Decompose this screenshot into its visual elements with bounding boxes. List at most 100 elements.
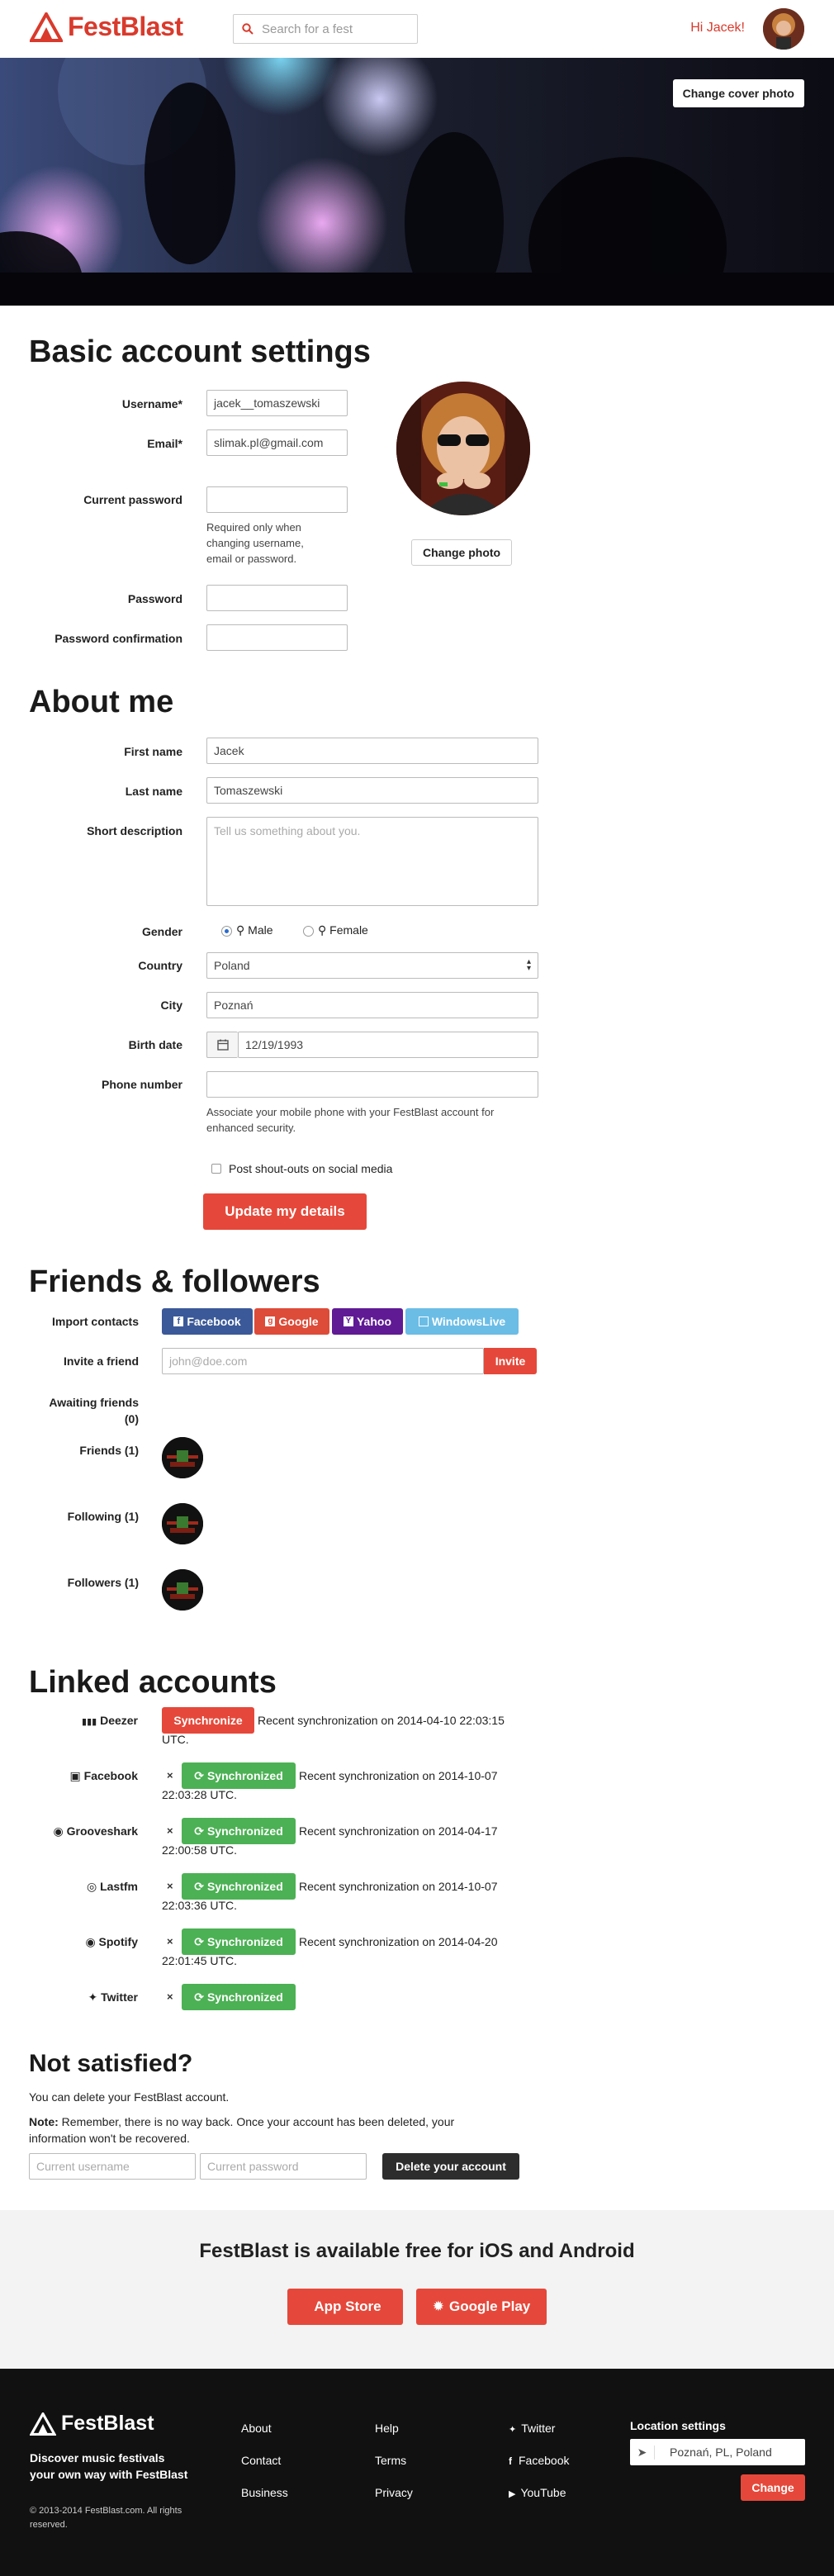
avatar[interactable]	[763, 8, 804, 50]
logo-text: FestBlast	[68, 12, 183, 41]
footer-link-youtube[interactable]: ▶ YouTube	[509, 2486, 566, 2499]
about-me-title: About me	[29, 685, 174, 719]
footer-logo[interactable]: FestBlast	[30, 2412, 154, 2436]
import-contacts-label: Import contacts	[51, 1315, 139, 1328]
import-google-label: Google	[278, 1315, 319, 1328]
friends-count-label: Friends (1)	[79, 1444, 139, 1457]
invite-friend-label: Invite a friend	[63, 1354, 139, 1368]
short-description-placeholder: Tell us something about you.	[214, 824, 361, 837]
deezer-label: ▮▮▮ Deezer	[17, 1714, 138, 1727]
note-text-2: information won't be recovered.	[29, 2132, 190, 2145]
delete-account-button[interactable]: Delete your account	[382, 2153, 519, 2180]
footer-link-contact[interactable]: Contact	[241, 2454, 281, 2467]
service-name: Lastfm	[100, 1880, 138, 1893]
refresh-icon: ⟳	[194, 1990, 204, 2004]
first-name-label: First name	[124, 745, 182, 758]
grooveshark-sync-text-2: 22:00:58 UTC.	[162, 1843, 238, 1857]
update-details-button[interactable]: Update my details	[203, 1193, 367, 1230]
facebook-unlink-icon[interactable]: ×	[167, 1769, 173, 1781]
basic-settings-title: Basic account settings	[29, 334, 371, 369]
import-google-button[interactable]: g Google	[254, 1308, 329, 1335]
calendar-icon[interactable]	[206, 1032, 238, 1058]
lastfm-unlink-icon[interactable]: ×	[167, 1880, 173, 1892]
spotify-label: ◉ Spotify	[17, 1935, 138, 1949]
follower-avatar[interactable]	[162, 1569, 203, 1611]
location-settings-title: Location settings	[630, 2419, 726, 2432]
gender-label: Gender	[141, 925, 182, 938]
service-name: Spotify	[98, 1935, 138, 1948]
current-password-help: Required only when changing username, em…	[206, 519, 304, 567]
password-label: Password	[127, 592, 182, 605]
google-play-button[interactable]: ✹ Google Play	[416, 2289, 547, 2325]
twitter-synchronized-button[interactable]: ⟳ Synchronized	[182, 1984, 296, 2010]
footer-link-about[interactable]: About	[241, 2422, 272, 2435]
import-facebook-button[interactable]: f Facebook	[162, 1308, 253, 1335]
shoutouts-label: Post shout-outs on social media	[229, 1162, 393, 1175]
awaiting-count: (0)	[124, 1412, 139, 1426]
email-field[interactable]: slimak.pl@gmail.com	[206, 429, 348, 456]
note-text: Remember, there is no way back. Once you…	[61, 2115, 455, 2128]
delete-password-field[interactable]: Current password	[200, 2153, 367, 2180]
location-field[interactable]: ➤ Poznań, PL, Poland	[630, 2439, 805, 2465]
footer-link-privacy[interactable]: Privacy	[375, 2486, 413, 2499]
android-icon: ✹	[432, 2298, 444, 2314]
deezer-sync-text-2: UTC.	[162, 1733, 189, 1746]
short-description-textarea[interactable]: Tell us something about you.	[206, 817, 538, 906]
facebook-icon: f	[509, 2455, 512, 2467]
user-greeting[interactable]: Hi Jacek!	[690, 21, 745, 36]
last-name-field[interactable]: Tomaszewski	[206, 777, 538, 804]
friend-avatar[interactable]	[162, 1437, 203, 1478]
footer-link-help[interactable]: Help	[375, 2422, 399, 2435]
import-windowslive-button[interactable]: WindowsLive	[405, 1308, 519, 1335]
footer-link-terms[interactable]: Terms	[375, 2454, 406, 2467]
app-store-button[interactable]: App Store	[287, 2289, 403, 2325]
current-password-field[interactable]	[206, 486, 348, 513]
spotify-unlink-icon[interactable]: ×	[167, 1935, 173, 1947]
following-avatar[interactable]	[162, 1503, 203, 1544]
help-line: Associate your mobile phone with your Fe…	[206, 1106, 495, 1118]
twitter-unlink-icon[interactable]: ×	[167, 1990, 173, 2003]
delete-username-placeholder: Current username	[36, 2160, 130, 2173]
avatar-image	[763, 8, 804, 50]
phone-field[interactable]	[206, 1071, 538, 1098]
help-line: changing username,	[206, 537, 304, 549]
service-name: Facebook	[83, 1769, 138, 1782]
city-field[interactable]: Poznań	[206, 992, 538, 1018]
invite-email-field[interactable]: john@doe.com	[162, 1348, 484, 1374]
logo[interactable]: FestBlast	[30, 12, 183, 42]
refresh-icon: ⟳	[194, 1768, 204, 1782]
import-windowslive-label: WindowsLive	[431, 1315, 506, 1328]
delete-username-field[interactable]: Current username	[29, 2153, 196, 2180]
password-confirmation-label: Password confirmation	[54, 632, 182, 645]
footer-link-facebook[interactable]: f Facebook	[509, 2454, 569, 2467]
password-field[interactable]	[206, 585, 348, 611]
current-password-label: Current password	[83, 493, 182, 506]
gender-male-radio[interactable]: ⚲ Male	[221, 923, 273, 937]
facebook-icon: ▣	[69, 1769, 81, 1782]
radio-unselected-icon	[303, 925, 314, 937]
status-label: Synchronized	[206, 1824, 283, 1838]
username-field[interactable]: jacek__tomaszewski	[206, 390, 348, 416]
search-input[interactable]: Search for a fest	[233, 14, 418, 44]
footer-link-twitter[interactable]: ✦ Twitter	[509, 2422, 555, 2435]
windows-icon	[418, 1316, 429, 1326]
gender-female-radio[interactable]: ⚲ Female	[303, 923, 368, 937]
location-change-button[interactable]: Change	[741, 2474, 805, 2501]
password-confirmation-field[interactable]	[206, 624, 348, 651]
grooveshark-unlink-icon[interactable]: ×	[167, 1824, 173, 1837]
import-yahoo-button[interactable]: Y Yahoo	[332, 1308, 403, 1335]
gender-male-label: Male	[248, 923, 273, 937]
import-facebook-label: Facebook	[187, 1315, 241, 1328]
first-name-field[interactable]: Jacek	[206, 738, 538, 764]
male-symbol-icon: ⚲	[236, 923, 245, 937]
invite-button[interactable]: Invite	[484, 1348, 537, 1374]
shoutouts-checkbox[interactable]: Post shout-outs on social media	[211, 1162, 392, 1175]
change-cover-button[interactable]: Change cover photo	[672, 79, 804, 107]
footer-link-business[interactable]: Business	[241, 2486, 288, 2499]
change-photo-button[interactable]: Change photo	[411, 539, 513, 566]
service-name: Grooveshark	[66, 1824, 138, 1838]
country-select[interactable]: Poland ▴ ▾	[206, 952, 538, 979]
sync-line: Recent synchronization on 2014-04-10 22:…	[258, 1714, 505, 1727]
app-store-label: App Store	[314, 2298, 381, 2314]
birth-date-field[interactable]: 12/19/1993	[238, 1032, 538, 1058]
